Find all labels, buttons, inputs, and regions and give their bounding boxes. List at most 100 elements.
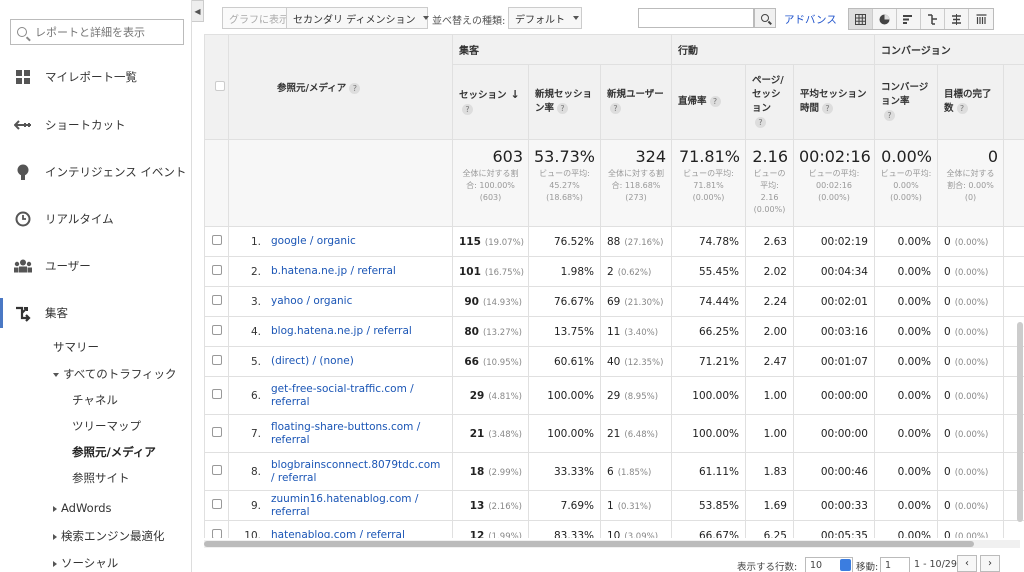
conversion-rate-cell: 0.00% (874, 346, 938, 377)
select-all-checkbox[interactable] (214, 80, 225, 91)
sidebar-sub-channel[interactable]: チャネル (72, 392, 118, 408)
avg-duration-cell: 00:02:19 (793, 226, 875, 257)
sidebar-sub-summary[interactable]: サマリー (53, 339, 99, 355)
row-checkbox[interactable] (211, 355, 222, 365)
sidebar-sub-seo[interactable]: 検索エンジン最適化 (53, 528, 165, 544)
header-bounce-rate[interactable]: 直帰率? (671, 64, 746, 140)
sort-type-dropdown[interactable]: デフォルト (508, 7, 582, 29)
conversion-rate-cell: 0.00% (874, 452, 938, 491)
header-goal-completions[interactable]: 目標の完了数? (937, 64, 1004, 140)
advanced-filter-link[interactable]: アドバンス (784, 12, 837, 27)
row-checkbox[interactable] (211, 325, 222, 335)
table-search-input[interactable] (638, 8, 754, 28)
source-link[interactable]: blogbrainsconnect.8079tdc.com / referral (271, 459, 443, 484)
view-term-cloud-button[interactable] (945, 9, 969, 29)
sidebar-sub-adwords[interactable]: AdWords (53, 501, 112, 515)
view-pivot-button[interactable] (969, 9, 993, 29)
sidebar-search-box[interactable] (10, 19, 184, 45)
totals-empty (1002, 139, 1024, 227)
sidebar-item-acquisition[interactable]: 集客 (0, 298, 191, 328)
view-table-button[interactable] (849, 9, 873, 29)
sidebar-sub-referral-sites[interactable]: 参照サイト (72, 470, 130, 486)
help-icon[interactable]: ? (884, 110, 895, 122)
row-checkbox[interactable] (211, 499, 222, 509)
next-page-button[interactable]: › (980, 555, 1000, 572)
sidebar-sub-treemap[interactable]: ツリーマップ (72, 418, 141, 434)
avg-duration-cell: 00:00:46 (793, 452, 875, 491)
source-link[interactable]: floating-share-buttons.com / referral (271, 421, 443, 446)
sidebar-item-realtime[interactable]: リアルタイム (0, 204, 191, 234)
row-checkbox[interactable] (211, 389, 222, 399)
row-checkbox-cell (204, 316, 229, 347)
table-row: 1. google / organic 115 (19.07%) 76.52% 88 (27… (204, 226, 1024, 257)
new-session-rate-cell: 76.67% (528, 286, 601, 317)
source-link[interactable]: get-free-social-traffic.com / referral (271, 383, 443, 408)
help-icon[interactable]: ? (755, 117, 766, 129)
sidebar-collapse-button[interactable]: ◀ (192, 0, 204, 22)
new-users-percent: (0.62%) (617, 267, 652, 278)
help-icon[interactable]: ? (610, 103, 621, 114)
rows-per-page-select[interactable]: 10 (805, 557, 853, 572)
view-performance-button[interactable] (897, 9, 921, 29)
header-sessions[interactable]: セッション ↓? (452, 64, 529, 140)
table-view-icon (855, 13, 866, 25)
row-checkbox[interactable] (211, 465, 222, 475)
help-icon[interactable]: ? (557, 103, 569, 114)
view-pie-button[interactable] (873, 9, 897, 29)
source-link[interactable]: zuumin16.hatenablog.com / referral (271, 493, 443, 518)
source-link[interactable]: b.hatena.ne.jp / referral (271, 265, 443, 278)
help-icon[interactable]: ? (822, 103, 834, 114)
new-session-rate-cell: 7.69% (528, 490, 601, 521)
source-link[interactable]: google / organic (271, 235, 443, 248)
grid-icon (14, 68, 32, 86)
view-comparison-button[interactable] (921, 9, 945, 29)
source-link[interactable]: blog.hatena.ne.jp / referral (271, 325, 443, 338)
help-icon[interactable]: ? (462, 104, 473, 116)
horizontal-scrollbar[interactable] (204, 540, 1020, 548)
help-icon[interactable]: ? (956, 103, 968, 114)
sidebar-item-users[interactable]: ユーザー (0, 251, 191, 281)
header-pages-per-session[interactable]: ページ/セッション? (745, 64, 794, 140)
secondary-dimension-label: セカンダリ ディメンション (293, 14, 416, 26)
select-all-cell (204, 34, 229, 140)
graph-display-button[interactable]: グラフに表示 (222, 7, 296, 29)
row-checkbox[interactable] (211, 529, 222, 538)
sidebar-search-input[interactable] (35, 25, 175, 39)
horizontal-scrollbar-thumb[interactable] (204, 541, 974, 547)
page-range: 1 - 10/29 (914, 559, 957, 570)
help-icon[interactable]: ? (349, 83, 361, 94)
header-source[interactable]: 参照元/メディア? (228, 34, 453, 140)
sidebar-sub-referral-media[interactable]: 参照元/メディア (72, 444, 156, 460)
row-checkbox[interactable] (211, 427, 222, 437)
total-value: 0 (987, 147, 998, 166)
sidebar-item-shortcuts[interactable]: ショートカット (0, 110, 191, 140)
sort-desc-icon: ↓ (510, 87, 520, 101)
row-checkbox[interactable] (211, 235, 222, 245)
vertical-scrollbar-thumb[interactable] (1017, 322, 1023, 522)
sidebar-item-my-reports[interactable]: マイレポート一覧 (0, 62, 191, 92)
row-checkbox[interactable] (211, 265, 222, 275)
secondary-dimension-dropdown[interactable]: セカンダリ ディメンション (286, 7, 430, 29)
new-users-value: 21 (607, 427, 621, 440)
avg-duration-cell: 00:05:35 (793, 520, 875, 538)
help-icon[interactable]: ? (709, 95, 721, 107)
header-new-users[interactable]: 新規ユーザー? (600, 64, 672, 140)
table-search-button[interactable] (754, 8, 776, 28)
goal-completions-cell: 0 (0.00%) (937, 316, 1004, 347)
header-new-session-rate[interactable]: 新規セッション率? (528, 64, 601, 140)
sidebar-item-intelligence-events[interactable]: インテリジェンス イベント (0, 157, 191, 187)
sidebar-sub-social[interactable]: ソーシャル (53, 555, 118, 571)
goal-completions-cell: 0 (0.00%) (937, 490, 1004, 521)
sidebar-item-label: ユーザー (45, 259, 91, 273)
row-checkbox[interactable] (211, 295, 222, 305)
source-link[interactable]: yahoo / organic (271, 295, 443, 308)
sessions-value: 101 (459, 265, 481, 278)
prev-page-button[interactable]: ‹ (957, 555, 977, 572)
goto-page-input[interactable]: 1 (880, 557, 910, 572)
source-link[interactable]: hatenablog.com / referral (271, 529, 443, 538)
header-avg-session-duration[interactable]: 平均セッション時間? (793, 64, 875, 140)
sidebar-sub-all-traffic[interactable]: すべてのトラフィック (53, 366, 177, 382)
new-users-value: 29 (607, 389, 621, 402)
header-conversion-rate[interactable]: コンバージョン率? (874, 64, 938, 140)
source-link[interactable]: (direct) / (none) (271, 355, 443, 368)
